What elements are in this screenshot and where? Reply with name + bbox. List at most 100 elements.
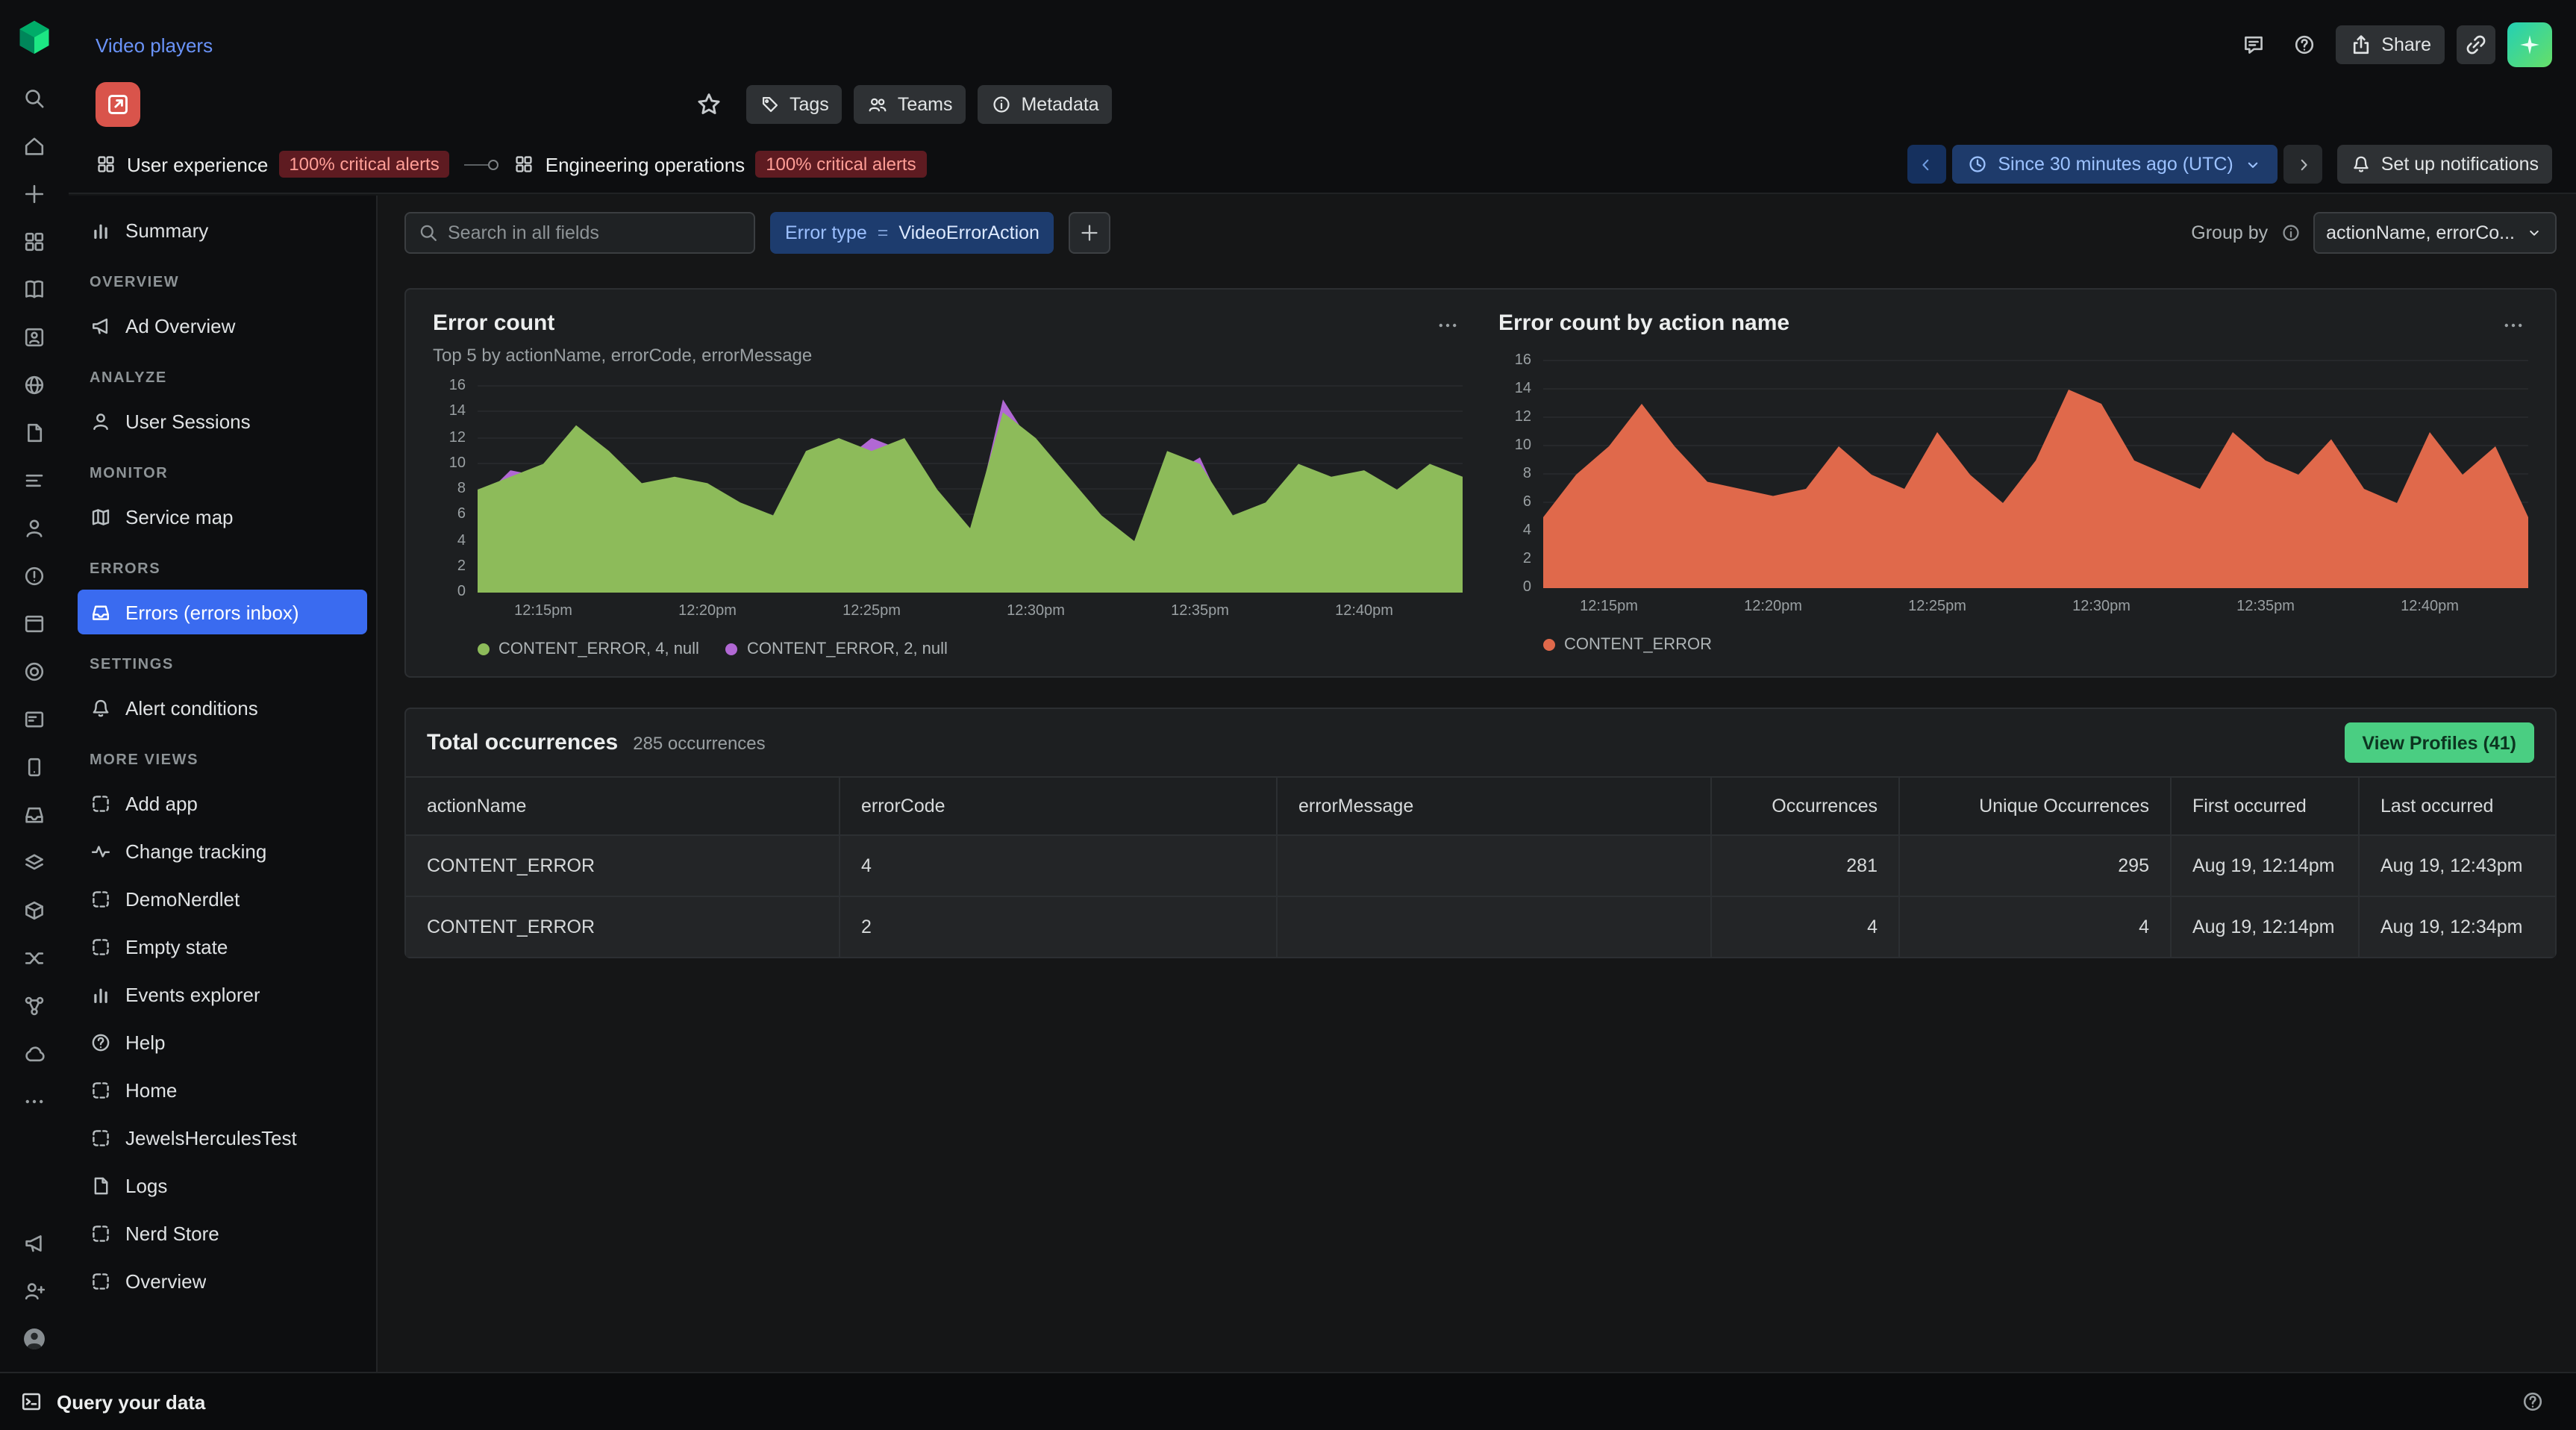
- create-icon[interactable]: [10, 170, 58, 218]
- invite-user-icon[interactable]: [10, 1267, 58, 1315]
- profile-icon[interactable]: [10, 505, 58, 552]
- nav-item-help[interactable]: Help: [78, 1020, 367, 1064]
- nav-item-logs[interactable]: Logs: [78, 1163, 367, 1208]
- metrics-icon[interactable]: [10, 457, 58, 505]
- home-icon[interactable]: [10, 122, 58, 170]
- layers-icon[interactable]: [10, 839, 58, 887]
- table-row[interactable]: CONTENT_ERROR4281295Aug 19, 12:14pmAug 1…: [406, 834, 2555, 896]
- table-cell: 2: [839, 897, 1276, 957]
- favorite-star-icon[interactable]: [690, 85, 728, 124]
- ai-assistant-button[interactable]: [2507, 22, 2552, 67]
- nav-item-errors-errors-inbox[interactable]: Errors (errors inbox): [78, 590, 367, 634]
- time-forward-button[interactable]: [2284, 145, 2323, 184]
- column-header-errormessage[interactable]: errorMessage: [1276, 778, 1710, 834]
- workload-user-experience[interactable]: User experience 100% critical alerts: [96, 151, 450, 178]
- nav-item-ad-overview[interactable]: Ad Overview: [78, 303, 367, 348]
- chart-title: Error count by action name: [1498, 310, 1789, 336]
- query-bar[interactable]: Query your data: [0, 1372, 2576, 1430]
- user-avatar[interactable]: [10, 1315, 58, 1363]
- nav-item-empty-state[interactable]: Empty state: [78, 924, 367, 969]
- workload-engineering-operations[interactable]: Engineering operations 100% critical ale…: [514, 151, 927, 178]
- group-by-select[interactable]: actionName, errorCo...: [2313, 212, 2557, 254]
- view-profiles-button[interactable]: View Profiles (41): [2344, 722, 2534, 763]
- column-header-errorcode[interactable]: errorCode: [839, 778, 1276, 834]
- critical-alerts-badge[interactable]: 100% critical alerts: [278, 151, 449, 178]
- table-cell: CONTENT_ERROR: [406, 836, 839, 896]
- announcements-icon[interactable]: [10, 1220, 58, 1267]
- query-label: Query your data: [57, 1390, 205, 1413]
- column-header-last-occurred[interactable]: Last occurred: [2358, 778, 2555, 834]
- copy-link-button[interactable]: [2457, 25, 2495, 64]
- nerdlet-icon: [90, 935, 112, 958]
- nav-section-label: MONITOR: [69, 446, 376, 491]
- megaphone-icon: [90, 314, 112, 337]
- workflows-icon[interactable]: [10, 982, 58, 1030]
- y-tick-label: 12: [449, 429, 466, 446]
- column-header-first-occurred[interactable]: First occurred: [2170, 778, 2358, 834]
- setup-notifications-button[interactable]: Set up notifications: [2338, 145, 2552, 184]
- mobile-icon[interactable]: [10, 743, 58, 791]
- nav-item-service-map[interactable]: Service map: [78, 494, 367, 539]
- contacts-icon[interactable]: [10, 313, 58, 361]
- app-window: Video players Share: [0, 0, 2576, 1430]
- feedback-icon[interactable]: [2233, 25, 2272, 64]
- more-icon[interactable]: [10, 1078, 58, 1125]
- y-tick-label: 0: [457, 584, 466, 600]
- nav-item-jewelsherculestest[interactable]: JewelsHerculesTest: [78, 1115, 367, 1160]
- time-back-button[interactable]: [1907, 145, 1945, 184]
- nav-item-demonerdlet[interactable]: DemoNerdlet: [78, 876, 367, 921]
- nav-item-user-sessions[interactable]: User Sessions: [78, 399, 367, 443]
- table-cell: 4: [1898, 897, 2170, 957]
- nav-item-change-tracking[interactable]: Change tracking: [78, 828, 367, 873]
- errors-inbox-rail-icon[interactable]: [10, 791, 58, 839]
- traces-icon[interactable]: [10, 934, 58, 982]
- y-tick-label: 0: [1523, 579, 1531, 596]
- metadata-button[interactable]: Metadata: [978, 85, 1112, 124]
- nav-item-events-explorer[interactable]: Events explorer: [78, 972, 367, 1017]
- area-chart-plot[interactable]: [1543, 361, 2528, 588]
- teams-button[interactable]: Teams: [854, 85, 966, 124]
- legend-item[interactable]: CONTENT_ERROR, 2, null: [726, 640, 948, 658]
- apps-icon[interactable]: [10, 218, 58, 266]
- synthetics-icon[interactable]: [10, 1030, 58, 1078]
- dashboards-icon[interactable]: [10, 696, 58, 743]
- chart-options-button[interactable]: [2498, 310, 2528, 340]
- area-chart-plot[interactable]: [478, 387, 1463, 593]
- nav-item-summary[interactable]: Summary: [78, 207, 367, 252]
- column-header-actionname[interactable]: actionName: [406, 778, 839, 834]
- browse-icon[interactable]: [10, 361, 58, 409]
- goals-icon[interactable]: [10, 648, 58, 696]
- column-header-unique-occurrences[interactable]: Unique Occurrences: [1898, 778, 2170, 834]
- legend-item[interactable]: CONTENT_ERROR: [1543, 636, 1712, 654]
- notes-icon[interactable]: [10, 409, 58, 457]
- chart-options-button[interactable]: [1433, 310, 1463, 340]
- help-icon[interactable]: [2513, 1382, 2552, 1421]
- nav-item-overview[interactable]: Overview: [78, 1258, 367, 1303]
- table-row[interactable]: CONTENT_ERROR244Aug 19, 12:14pmAug 19, 1…: [406, 896, 2555, 957]
- y-tick-label: 6: [1523, 494, 1531, 511]
- nav-item-alert-conditions[interactable]: Alert conditions: [78, 685, 367, 730]
- alerts-icon[interactable]: [10, 552, 58, 600]
- share-button[interactable]: Share: [2335, 25, 2445, 64]
- nav-item-add-app[interactable]: Add app: [78, 781, 367, 825]
- legend-item[interactable]: CONTENT_ERROR, 4, null: [478, 640, 699, 658]
- docs-icon[interactable]: [10, 266, 58, 313]
- browser-apps-icon[interactable]: [10, 600, 58, 648]
- new-relic-logo[interactable]: [15, 18, 54, 57]
- breadcrumb-app-link[interactable]: Video players: [96, 34, 213, 56]
- tags-button[interactable]: Tags: [746, 85, 842, 124]
- nav-item-nerd-store[interactable]: Nerd Store: [78, 1211, 367, 1255]
- packages-icon[interactable]: [10, 887, 58, 934]
- add-filter-button[interactable]: [1069, 212, 1111, 254]
- time-picker[interactable]: Since 30 minutes ago (UTC): [1951, 145, 2278, 184]
- search-input[interactable]: [448, 222, 742, 243]
- nav-item-home[interactable]: Home: [78, 1067, 367, 1112]
- group-by-info-icon[interactable]: [2280, 222, 2301, 243]
- critical-alerts-badge[interactable]: 100% critical alerts: [755, 151, 926, 178]
- column-header-occurrences[interactable]: Occurrences: [1710, 778, 1898, 834]
- y-tick-label: 2: [1523, 551, 1531, 567]
- help-icon[interactable]: [2284, 25, 2323, 64]
- app-icon[interactable]: [96, 82, 140, 127]
- filter-chip[interactable]: Error type = VideoErrorAction: [770, 212, 1054, 254]
- search-icon[interactable]: [10, 75, 58, 122]
